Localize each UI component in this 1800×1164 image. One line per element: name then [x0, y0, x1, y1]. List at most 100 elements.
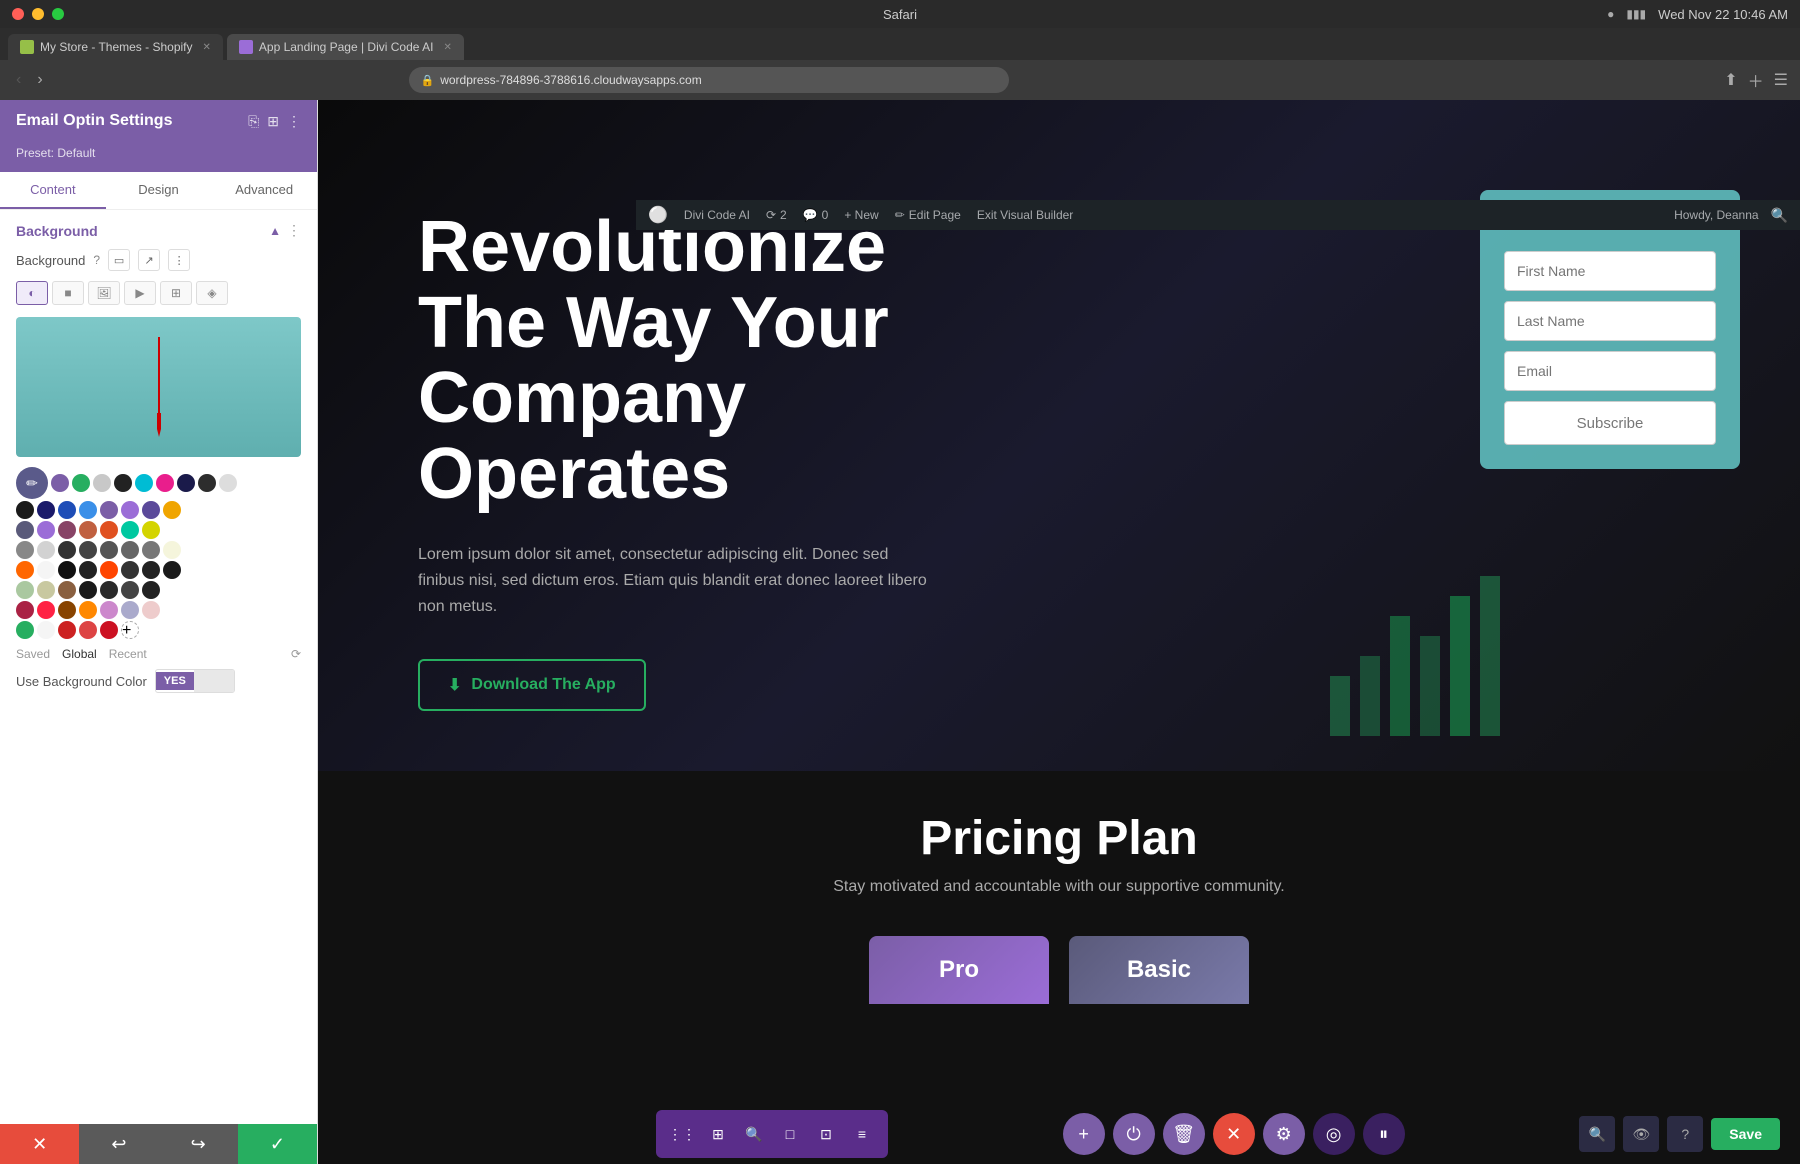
wp-search-icon[interactable]: 🔍 — [1771, 207, 1788, 224]
divi-code-ai-menu[interactable]: Divi Code AI — [684, 208, 750, 222]
swatch-blue[interactable] — [58, 501, 76, 519]
power-btn[interactable]: ⏻ — [1113, 1113, 1155, 1155]
tab-divi-close[interactable]: ✕ — [443, 42, 451, 53]
share-icon[interactable]: ⬆ — [1724, 70, 1737, 90]
add-module-btn[interactable]: + — [1063, 1113, 1105, 1155]
swatch-violet[interactable] — [37, 521, 55, 539]
toolbar-search-right-btn[interactable]: 🔍 — [1579, 1116, 1615, 1152]
swatch-darkest[interactable] — [142, 561, 160, 579]
eyedropper-btn[interactable]: ✏ — [16, 467, 48, 499]
panel-redo-btn[interactable]: ↪ — [159, 1124, 238, 1164]
exit-visual-builder[interactable]: Exit Visual Builder — [977, 208, 1074, 222]
swatch-blush[interactable] — [142, 601, 160, 619]
bg-type-pattern[interactable]: ⊞ — [160, 281, 192, 305]
swatch-sienna[interactable] — [58, 581, 76, 599]
section-collapse-icon[interactable]: ▲ — [269, 224, 281, 238]
swatch-white[interactable] — [219, 474, 237, 492]
swatch-brightred[interactable] — [100, 621, 118, 639]
toolbar-more-btn[interactable]: ≡ — [846, 1118, 878, 1150]
target-btn[interactable]: ◎ — [1313, 1113, 1355, 1155]
swatch-darkgray2[interactable] — [198, 474, 216, 492]
recent-tab[interactable]: Recent — [109, 647, 147, 661]
swatch-lavender[interactable] — [121, 501, 139, 519]
swatch-sage[interactable] — [16, 581, 34, 599]
bg-type-solid[interactable]: ■ — [52, 281, 84, 305]
toolbar-zoom-btn[interactable]: ⊡ — [810, 1118, 842, 1150]
color-preview-area[interactable] — [16, 317, 301, 457]
panel-copy-icon[interactable]: ⎘ — [248, 113, 259, 130]
tab-divi[interactable]: App Landing Page | Divi Code AI ✕ — [227, 34, 464, 60]
swatch-nearblack[interactable] — [163, 561, 181, 579]
panel-close-btn[interactable]: ✕ — [0, 1124, 79, 1164]
swatch-lightblue[interactable] — [79, 501, 97, 519]
swatch-amber[interactable] — [79, 601, 97, 619]
swatch-lightgray[interactable] — [93, 474, 111, 492]
panel-confirm-btn[interactable]: ✓ — [238, 1124, 317, 1164]
toggle-box[interactable] — [194, 670, 234, 692]
toolbar-grid-btn[interactable]: ⋮⋮ — [666, 1118, 698, 1150]
swatch-gray4[interactable] — [79, 541, 97, 559]
bg-more-icon[interactable]: ⋮ — [168, 249, 190, 271]
swatch-black2[interactable] — [79, 581, 97, 599]
bg-help-icon[interactable]: ? — [93, 253, 100, 267]
toggle-yes-label[interactable]: YES — [156, 672, 194, 690]
new-menu[interactable]: + New — [844, 208, 878, 222]
swatch-slate[interactable] — [16, 521, 34, 539]
swatch-darkred[interactable] — [58, 621, 76, 639]
panel-more-icon[interactable]: ⋮ — [287, 113, 301, 130]
tab-content[interactable]: Content — [0, 172, 106, 209]
swatch-crimson[interactable] — [16, 601, 34, 619]
email-input[interactable] — [1504, 351, 1716, 391]
bg-type-mask[interactable]: ◈ — [196, 281, 228, 305]
swatch-beige[interactable] — [163, 541, 181, 559]
bg-type-image[interactable]: 🖼 — [88, 281, 120, 305]
swatch-gray5[interactable] — [100, 541, 118, 559]
swatch-add[interactable]: + — [121, 621, 139, 639]
bg-cursor-icon[interactable]: ↗ — [138, 249, 160, 271]
swatch-yellow[interactable] — [142, 521, 160, 539]
mac-close-btn[interactable] — [12, 8, 24, 20]
toolbar-layout-btn[interactable]: ⊞ — [702, 1118, 734, 1150]
swatch-periwinkle[interactable] — [121, 601, 139, 619]
swatch-pink[interactable] — [156, 474, 174, 492]
swatch-navy[interactable] — [37, 501, 55, 519]
swatch-darkpurple[interactable] — [142, 501, 160, 519]
swatch-almostblack[interactable] — [58, 561, 76, 579]
close-btn[interactable]: ✕ — [1213, 1113, 1255, 1155]
toolbar-eye-btn[interactable]: 👁 — [1623, 1116, 1659, 1152]
swatch-darkgray1[interactable] — [114, 474, 132, 492]
sidebar-icon[interactable]: ☰ — [1774, 70, 1788, 90]
swatch-red[interactable] — [100, 521, 118, 539]
swatch-darkgray3[interactable] — [79, 561, 97, 579]
swatch-gray3[interactable] — [58, 541, 76, 559]
bg-type-gradient[interactable]: ◐ — [16, 281, 48, 305]
swatch-orange[interactable] — [163, 501, 181, 519]
tab-design[interactable]: Design — [106, 172, 212, 209]
edit-page-link[interactable]: ✏ Edit Page — [895, 208, 961, 222]
mac-minimize-btn[interactable] — [32, 8, 44, 20]
swatch-gray7[interactable] — [142, 541, 160, 559]
swatch-brown2[interactable] — [58, 601, 76, 619]
swatch-cyan[interactable] — [135, 474, 153, 492]
tab-advanced[interactable]: Advanced — [211, 172, 317, 209]
swatch-red2[interactable] — [37, 601, 55, 619]
swatch-gray2[interactable] — [37, 541, 55, 559]
global-tab[interactable]: Global — [62, 647, 97, 661]
swatch-gray8[interactable] — [121, 561, 139, 579]
download-app-button[interactable]: ⬇ Download The App — [418, 659, 646, 711]
back-btn[interactable]: ‹ — [12, 67, 25, 93]
swatch-gray1[interactable] — [16, 541, 34, 559]
swatch-offwhite[interactable] — [37, 561, 55, 579]
subscribe-button[interactable]: Subscribe — [1504, 401, 1716, 445]
sync-count[interactable]: ⟳ 2 — [766, 208, 787, 222]
tab-shopify-close[interactable]: ✕ — [203, 42, 211, 53]
swatch-black[interactable] — [16, 501, 34, 519]
section-options-icon[interactable]: ⋮ — [287, 222, 301, 239]
swatch-brown[interactable] — [79, 521, 97, 539]
toolbar-help-btn[interactable]: ? — [1667, 1116, 1703, 1152]
new-tab-icon[interactable]: ＋ — [1748, 68, 1764, 92]
toolbar-device-btn[interactable]: □ — [774, 1118, 806, 1150]
bg-desktop-icon[interactable]: ▭ — [108, 249, 130, 271]
pause-btn[interactable]: ⏸ — [1363, 1113, 1405, 1155]
swatch-orange2[interactable] — [100, 561, 118, 579]
